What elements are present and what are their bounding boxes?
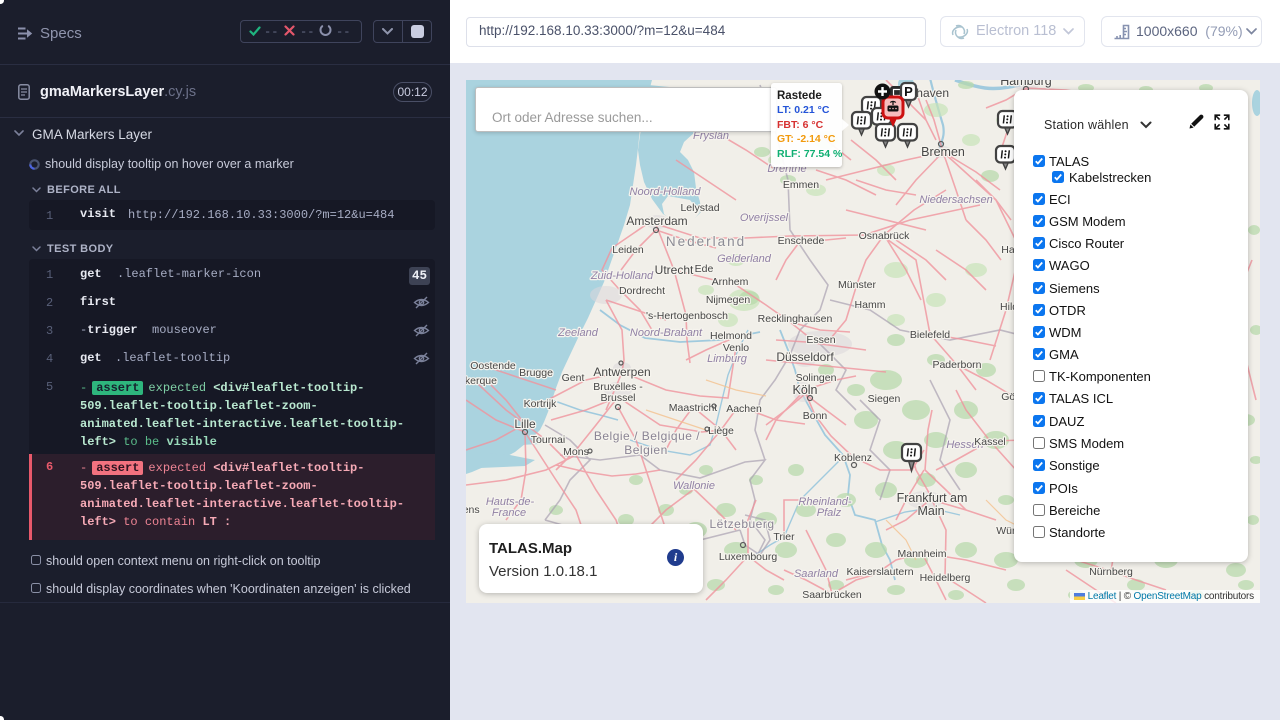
svg-text:Kaiserslautern: Kaiserslautern (846, 566, 913, 578)
svg-text:Heidelberg: Heidelberg (920, 572, 971, 584)
svg-text:Zeeland: Zeeland (557, 327, 599, 339)
svg-text:Arnhem: Arnhem (712, 276, 749, 288)
svg-text:Nürnberg: Nürnberg (1089, 566, 1133, 578)
svg-text:Noord-Brabant: Noord-Brabant (630, 327, 703, 339)
svg-text:Mannheim: Mannheim (897, 548, 946, 560)
svg-text:Hamm: Hamm (855, 299, 886, 311)
svg-text:Main: Main (917, 504, 944, 518)
svg-text:Limburg: Limburg (707, 353, 748, 365)
svg-text:Kortrijk: Kortrijk (524, 398, 557, 410)
svg-text:Pfalz: Pfalz (817, 507, 842, 519)
svg-text:Belgien: Belgien (624, 443, 668, 457)
svg-text:Niedersachsen: Niedersachsen (919, 194, 992, 206)
svg-text:Gent: Gent (562, 372, 585, 384)
svg-text:Brussel: Brussel (600, 392, 635, 404)
svg-text:Frankfurt am: Frankfurt am (897, 491, 968, 505)
svg-text:Emmen: Emmen (783, 179, 819, 191)
svg-text:Luxembourg: Luxembourg (719, 551, 778, 563)
svg-text:Lelystad: Lelystad (680, 202, 719, 214)
svg-text:Leiden: Leiden (612, 244, 644, 256)
svg-text:Münster: Münster (838, 279, 876, 291)
svg-text:Trier: Trier (773, 531, 795, 543)
svg-text:Bremen: Bremen (921, 145, 965, 159)
svg-text:Antwerpen: Antwerpen (593, 365, 650, 379)
svg-text:Paderborn: Paderborn (932, 359, 981, 371)
svg-text:Noord-Holland: Noord-Holland (630, 186, 702, 198)
svg-text:France: France (492, 507, 526, 519)
svg-text:Utrecht: Utrecht (655, 263, 694, 277)
svg-text:Bonn: Bonn (803, 410, 828, 422)
svg-text:Helmond: Helmond (710, 330, 752, 342)
svg-text:P: P (904, 84, 913, 99)
svg-text:Lille: Lille (514, 417, 536, 431)
svg-text:Liège: Liège (708, 425, 734, 437)
svg-text:Amsterdam: Amsterdam (626, 214, 687, 228)
svg-text:Belgie / Belgique /: Belgie / Belgique / (594, 429, 700, 443)
svg-text:Bielefeld: Bielefeld (910, 329, 950, 341)
svg-text:Osnabrück: Osnabrück (859, 230, 911, 242)
svg-text:Tournai: Tournai (531, 434, 565, 446)
svg-text:Köln: Köln (792, 383, 817, 397)
svg-text:Ede: Ede (695, 263, 714, 275)
svg-text:Oostende: Oostende (470, 360, 516, 372)
svg-text:Enschede: Enschede (778, 235, 825, 247)
svg-text:Gelderland: Gelderland (717, 253, 772, 265)
svg-text:Saarbrücken: Saarbrücken (802, 589, 862, 601)
svg-text:Overijssel: Overijssel (740, 212, 789, 224)
svg-text:'s-Hertogenbosch: 's-Hertogenbosch (646, 310, 728, 322)
svg-text:Mons: Mons (563, 446, 589, 458)
svg-text:Zuid-Holland: Zuid-Holland (590, 270, 654, 282)
svg-text:Essen: Essen (806, 334, 835, 346)
svg-text:Dordrecht: Dordrecht (619, 285, 665, 297)
svg-text:Nijmegen: Nijmegen (706, 294, 751, 306)
svg-text:Aachen: Aachen (726, 403, 762, 415)
svg-text:Recklinghausen: Recklinghausen (758, 313, 833, 325)
svg-text:Brugge: Brugge (519, 367, 553, 379)
svg-text:Nederland: Nederland (666, 234, 746, 249)
svg-text:Kassel: Kassel (974, 436, 1006, 448)
svg-text:Lëtzebuerg: Lëtzebuerg (709, 517, 774, 531)
svg-text:Düsseldorf: Düsseldorf (776, 350, 834, 364)
svg-text:Maastricht: Maastricht (669, 402, 718, 414)
svg-text:Siegen: Siegen (868, 393, 901, 405)
svg-text:Saarland: Saarland (794, 568, 839, 580)
svg-text:Wallonie: Wallonie (673, 480, 715, 492)
svg-text:nkerque: nkerque (466, 375, 497, 387)
svg-text:Venlo: Venlo (723, 342, 749, 354)
svg-text:iens: iens (466, 504, 480, 516)
